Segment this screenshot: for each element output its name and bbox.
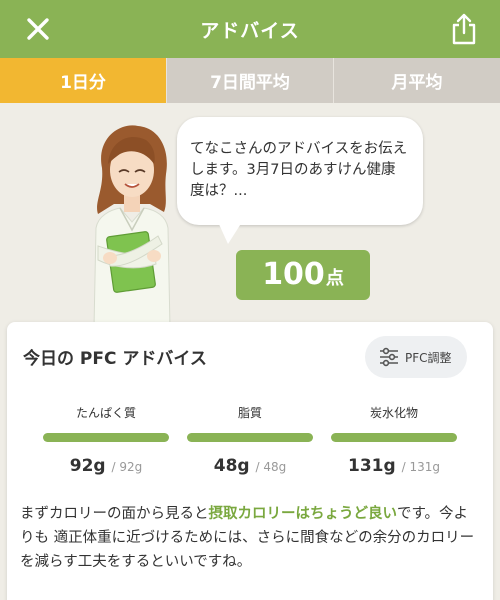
page-title: アドバイス bbox=[200, 19, 300, 42]
nutrient-protein: たんぱく質 92g / 92g bbox=[43, 404, 169, 476]
app-header: アドバイス bbox=[0, 0, 500, 58]
score-badge: 100 点 bbox=[236, 250, 370, 300]
share-icon bbox=[452, 13, 476, 45]
advice-text-before: まずカロリーの面から見ると bbox=[20, 506, 209, 522]
nutrient-target: 131g bbox=[409, 460, 440, 474]
share-button[interactable] bbox=[448, 12, 480, 46]
nutrient-progress-bar bbox=[187, 433, 313, 442]
period-tabs: 1日分 7日間平均 月平均 bbox=[0, 58, 500, 103]
nutrient-value: 48g bbox=[213, 456, 250, 476]
speech-bubble-tail bbox=[218, 222, 242, 244]
close-button[interactable] bbox=[22, 13, 54, 45]
nutrient-name: たんぱく質 bbox=[75, 406, 136, 420]
pfc-adjust-button[interactable]: PFC調整 bbox=[365, 336, 467, 378]
nutrient-target: 92g bbox=[119, 460, 143, 474]
nutrient-progress-bar bbox=[43, 433, 169, 442]
close-icon bbox=[27, 18, 49, 40]
tab-daily[interactable]: 1日分 bbox=[0, 58, 166, 103]
advice-highlight: 摂取カロリーはちょうど良い bbox=[208, 506, 398, 522]
score-unit: 点 bbox=[325, 268, 344, 289]
advice-intro-message: てなこさんのアドバイスをお伝えします。3月7日のあすけん健康度は？... bbox=[190, 141, 408, 199]
nutrient-fat: 脂質 48g / 48g bbox=[187, 404, 313, 476]
nutrient-target: 48g bbox=[263, 460, 287, 474]
pfc-advice-card: 今日の PFC アドバイス PFC調整 たんぱく質 92g / 92g 脂質 4… bbox=[7, 322, 493, 600]
pfc-card-title: 今日の PFC アドバイス bbox=[23, 349, 207, 369]
tab-monthly-average[interactable]: 月平均 bbox=[333, 58, 500, 103]
advisor-avatar bbox=[93, 125, 171, 328]
nutrient-name: 脂質 bbox=[237, 406, 262, 420]
sliders-icon bbox=[380, 347, 398, 367]
nutrient-name: 炭水化物 bbox=[369, 406, 418, 420]
nutrient-value: 92g bbox=[69, 456, 106, 476]
score-value: 100 bbox=[262, 257, 325, 292]
tab-7day-average[interactable]: 7日間平均 bbox=[166, 58, 333, 103]
advice-text: まずカロリーの面から見ると摂取カロリーはちょうど良いです。今よりも 適正体重に近… bbox=[20, 502, 482, 574]
pfc-adjust-label: PFC調整 bbox=[405, 350, 452, 365]
nutrient-carbohydrate: 炭水化物 131g / 131g bbox=[331, 404, 457, 476]
advice-speech-bubble: てなこさんのアドバイスをお伝えします。3月7日のあすけん健康度は？... bbox=[177, 117, 423, 225]
nutrient-progress-bar bbox=[331, 433, 457, 442]
nutrient-value: 131g bbox=[348, 456, 396, 476]
